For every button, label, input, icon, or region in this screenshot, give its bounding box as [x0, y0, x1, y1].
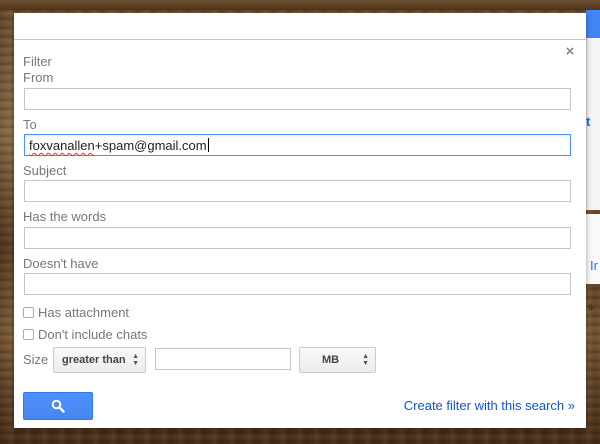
- has-attachment-label: Has attachment: [38, 305, 130, 320]
- has-words-input[interactable]: [24, 227, 571, 249]
- dont-include-chats-checkbox[interactable]: [23, 329, 34, 340]
- search-bar[interactable]: [14, 13, 586, 40]
- select-arrows-icon: ▲ ▼: [132, 353, 139, 367]
- to-input-value: foxvanallen+spam@gmail.com: [29, 138, 209, 154]
- filter-dialog: × Filter From To foxvanallen+spam@gmail.…: [14, 13, 586, 428]
- has-attachment-row[interactable]: Has attachment: [23, 305, 129, 320]
- size-operator-value: greater than: [62, 354, 126, 366]
- to-value-misspelled: foxvanallen: [29, 138, 95, 153]
- to-value-rest: +spam@gmail.com: [94, 138, 207, 153]
- subject-input[interactable]: [24, 180, 571, 202]
- dont-include-chats-row[interactable]: Don't include chats: [23, 327, 147, 342]
- from-input[interactable]: [24, 88, 571, 110]
- size-operator-select[interactable]: greater than ▲ ▼: [53, 347, 146, 373]
- search-icon: [51, 399, 65, 413]
- dialog-title: Filter: [23, 54, 52, 69]
- size-unit-select[interactable]: MB ▲ ▼: [299, 347, 376, 373]
- desktop-top-strip: [0, 0, 600, 10]
- background-app-panel-lower: [586, 214, 600, 284]
- background-partial-label: s: [588, 302, 593, 313]
- background-partial-link: Ir: [590, 258, 598, 273]
- search-button[interactable]: [23, 392, 93, 420]
- has-words-label: Has the words: [23, 209, 107, 224]
- from-label: From: [23, 70, 54, 85]
- create-filter-link[interactable]: Create filter with this search »: [404, 398, 575, 413]
- dont-include-chats-label: Don't include chats: [38, 327, 148, 342]
- doesnt-have-label: Doesn't have: [23, 256, 99, 271]
- close-icon[interactable]: ×: [563, 44, 577, 59]
- select-arrows-icon: ▲ ▼: [362, 353, 369, 367]
- has-attachment-checkbox[interactable]: [23, 307, 34, 318]
- size-label: Size: [23, 352, 49, 367]
- doesnt-have-input[interactable]: [24, 273, 571, 295]
- subject-label: Subject: [23, 163, 67, 178]
- size-unit-value: MB: [321, 354, 340, 366]
- background-app-header: [586, 10, 600, 38]
- size-value-input[interactable]: [155, 348, 291, 370]
- text-caret: [207, 138, 209, 152]
- background-partial-text: t: [586, 114, 591, 129]
- to-label: To: [23, 117, 37, 132]
